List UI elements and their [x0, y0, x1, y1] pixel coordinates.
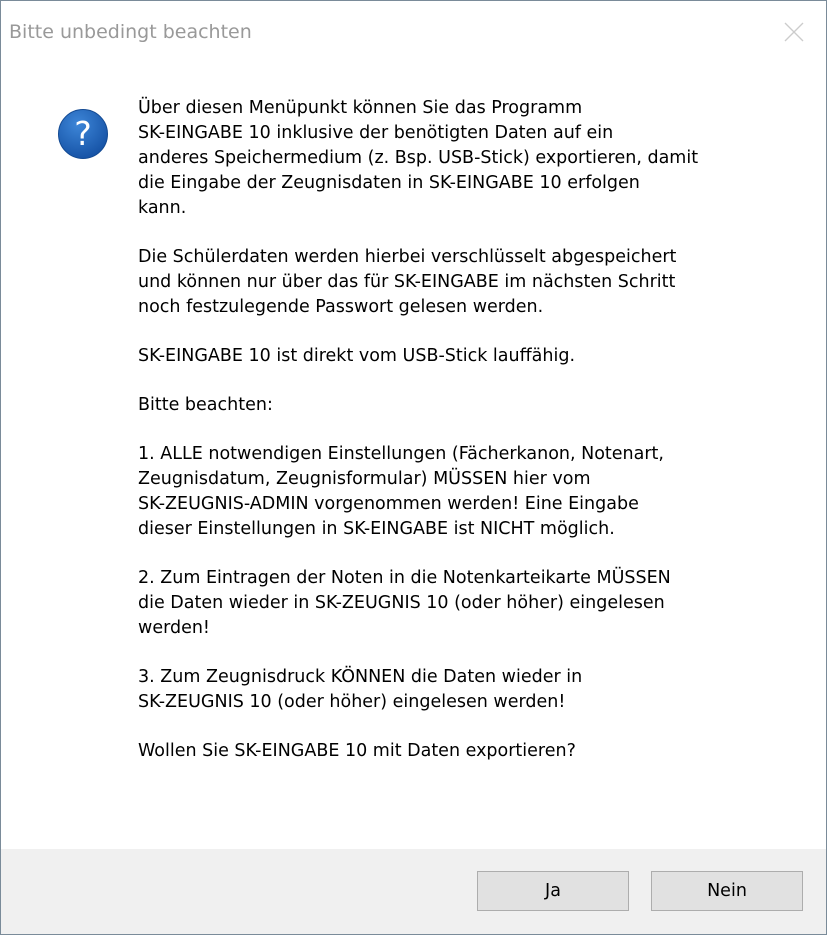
- question-icon: ?: [57, 108, 109, 160]
- dialog-title: Bitte unbedingt beachten: [9, 21, 252, 43]
- message-paragraph-3: SK-EINGABE 10 ist direkt vom USB-Stick l…: [138, 346, 576, 366]
- message-paragraph-7: 3. Zum Zeugnisdruck KÖNNEN die Daten wie…: [138, 667, 583, 712]
- message-paragraph-5: 1. ALLE notwendigen Einstellungen (Fäche…: [138, 444, 664, 539]
- close-icon: [784, 22, 804, 42]
- button-bar: Ja Nein: [1, 849, 826, 934]
- message-paragraph-4: Bitte beachten:: [138, 395, 273, 415]
- svg-text:?: ?: [74, 114, 92, 153]
- close-button[interactable]: [762, 1, 826, 63]
- message-paragraph-6: 2. Zum Eintragen der Noten in die Notenk…: [138, 568, 671, 638]
- dialog-content: ? Über diesen Menüpunkt können Sie das P…: [1, 65, 826, 848]
- message-paragraph-2: Die Schülerdaten werden hierbei verschlü…: [138, 247, 677, 317]
- message-paragraph-8: Wollen Sie SK-EINGABE 10 mit Daten expor…: [138, 741, 576, 761]
- message-paragraph-1: Über diesen Menüpunkt können Sie das Pro…: [138, 98, 699, 218]
- message-dialog: Bitte unbedingt beachten ? Über diesen M…: [0, 0, 827, 935]
- no-button[interactable]: Nein: [651, 871, 803, 911]
- message-text: Über diesen Menüpunkt können Sie das Pro…: [138, 96, 788, 788]
- yes-button[interactable]: Ja: [477, 871, 629, 911]
- title-bar[interactable]: Bitte unbedingt beachten: [1, 1, 826, 65]
